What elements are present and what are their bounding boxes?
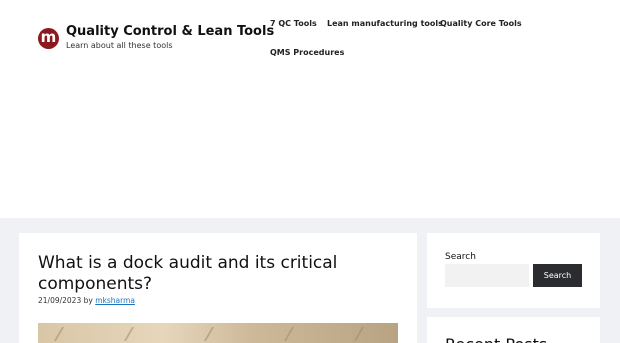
article-author-link[interactable]: mksharma [95,296,135,305]
search-widget-title: Search [445,252,476,262]
site-logo-icon[interactable]: m [38,28,59,49]
recent-posts-title: Recent Posts [445,335,547,343]
site-title[interactable]: Quality Control & Lean Tools [66,24,274,39]
site-tagline: Learn about all these tools [66,41,173,50]
article-by-label: by [83,296,93,305]
search-widget: Search Search [427,233,600,308]
article-card: What is a dock audit and its critical co… [19,233,417,343]
search-input[interactable] [445,264,529,287]
site-header: m Quality Control & Lean Tools Learn abo… [0,0,620,218]
recent-posts-widget: Recent Posts [427,317,600,343]
article-title[interactable]: What is a dock audit and its critical co… [38,253,383,295]
nav-item-7-qc-tools[interactable]: 7 QC Tools [270,19,317,28]
nav-item-qms-procedures[interactable]: QMS Procedures [270,48,344,57]
nav-item-lean-manufacturing-tools[interactable]: Lean manufacturing tools [327,19,443,28]
search-button[interactable]: Search [533,264,582,287]
nav-item-quality-core-tools[interactable]: Quality Core Tools [440,19,522,28]
featured-image[interactable] [38,323,398,343]
article-meta: 21/09/2023 by mksharma [38,296,135,305]
article-date: 21/09/2023 [38,296,82,305]
